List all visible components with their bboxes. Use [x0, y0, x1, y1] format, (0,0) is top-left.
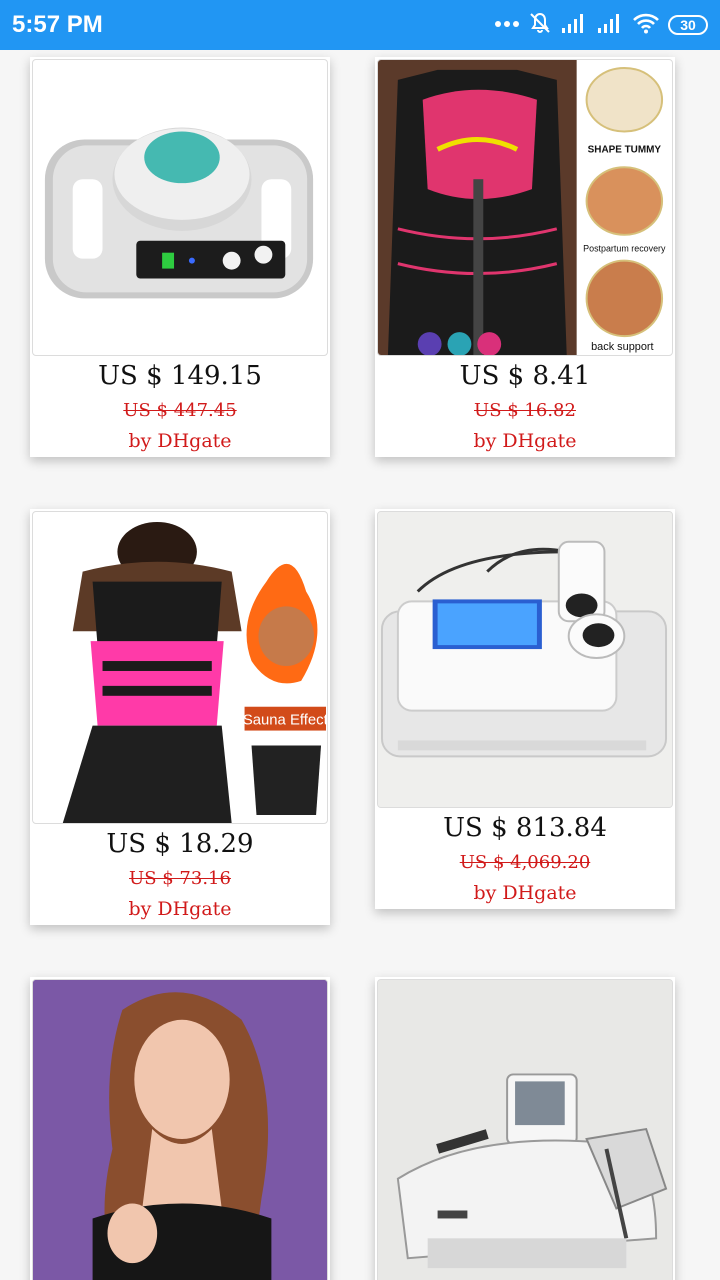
- product-card[interactable]: US $ 813.84 US $ 4,069.20 by DHgate: [375, 509, 675, 909]
- product-price: US $ 813.84: [443, 813, 607, 843]
- status-icons: 30: [494, 10, 708, 40]
- status-bar: 5:57 PM 30: [0, 0, 720, 50]
- product-original-price: US $ 447.45: [123, 400, 237, 421]
- cooling-device-image[interactable]: [32, 59, 328, 356]
- product-seller: by DHgate: [128, 430, 232, 452]
- shockwave-machine-image[interactable]: [377, 979, 673, 1280]
- signal-icon: [596, 12, 624, 39]
- product-seller: by DHgate: [473, 430, 577, 452]
- product-card[interactable]: [30, 977, 330, 1280]
- svg-text:Sauna Effect: Sauna Effect: [243, 713, 327, 729]
- product-original-price: US $ 16.82: [474, 400, 576, 421]
- more-dots-icon: [494, 16, 520, 34]
- product-seller: by DHgate: [473, 882, 577, 904]
- sauna-waist-belt-image[interactable]: Sauna Effect: [32, 511, 328, 824]
- notifications-off-icon: [528, 11, 552, 40]
- product-original-price: US $ 4,069.20: [459, 852, 591, 873]
- svg-text:Postpartum recovery: Postpartum recovery: [583, 244, 666, 254]
- battery-icon: 30: [668, 15, 708, 35]
- svg-text:back support: back support: [591, 341, 653, 353]
- model-portrait-image[interactable]: [32, 979, 328, 1280]
- status-time: 5:57 PM: [12, 11, 103, 38]
- product-card[interactable]: Sauna Effect US $ 18.29 US $ 73.16 by DH…: [30, 509, 330, 925]
- product-price: US $ 8.41: [459, 361, 591, 391]
- product-grid: US $ 149.15 US $ 447.45 by DHgate SHAPE …: [0, 50, 720, 1280]
- svg-text:SHAPE TUMMY: SHAPE TUMMY: [588, 144, 662, 155]
- signal-icon: [560, 12, 588, 39]
- product-original-price: US $ 73.16: [129, 868, 231, 889]
- product-card[interactable]: [375, 977, 675, 1280]
- product-card[interactable]: US $ 149.15 US $ 447.45 by DHgate: [30, 57, 330, 457]
- product-price: US $ 18.29: [106, 829, 254, 859]
- hifu-machine-image[interactable]: [377, 511, 673, 808]
- product-card[interactable]: SHAPE TUMMY Postpartum recovery back sup…: [375, 57, 675, 457]
- wifi-icon: [632, 12, 660, 39]
- product-seller: by DHgate: [128, 898, 232, 920]
- waist-trainer-vest-image[interactable]: SHAPE TUMMY Postpartum recovery back sup…: [377, 59, 673, 356]
- product-price: US $ 149.15: [98, 361, 262, 391]
